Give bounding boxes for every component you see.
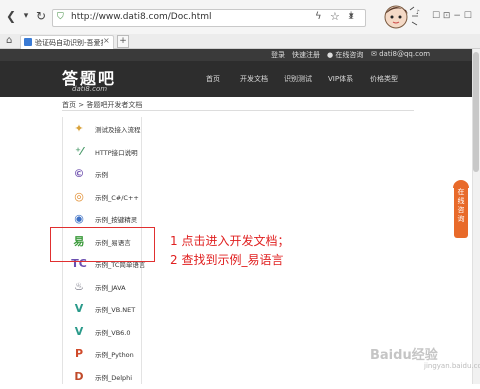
chat-icon: ● [327,51,334,59]
annotation-line-1: 1 点击进入开发文档； [170,234,290,248]
nav-vip[interactable]: VIP体系 [328,74,353,84]
tab-label: 验证码自动识别-吾爱打卡... [35,39,103,47]
sidebar-item[interactable]: ⁺⁄ HTTP接口说明 [63,140,141,164]
sidebar-item-icon: ◎ [74,189,84,203]
sidebar-item-icon: P [74,347,84,360]
sidebar-item-label: 示例_VB6.0 [95,328,131,337]
shield-icon: ⛉ [57,12,64,22]
tab-bar: ⌂ 验证码自动识别-吾爱打卡... × + [0,34,480,49]
highlight-box [50,227,155,262]
browser-tab[interactable]: 验证码自动识别-吾爱打卡... × [20,35,114,49]
sidebar-item-label: 示例_VB.NET [95,306,136,314]
sidebar-item[interactable]: D 示例_Delphi [63,365,141,389]
sidebar-item-icon: ⁺⁄ [75,144,83,158]
download-icon[interactable]: ⤓ [344,9,358,23]
main-nav: 答题吧 dati8.com 首页 开发文档 识别测试 VIP体系 价格类型 [0,61,480,97]
sidebar-item[interactable]: ◎ 示例_C#/C++ [63,185,141,209]
sidebar-item[interactable]: ♨ 示例_JAVA [63,275,141,299]
annotation-line-2: 2 查找到示例_易语言 [170,253,284,267]
divider [62,110,414,111]
url-text[interactable]: http://www.dati8.com/Doc.html [71,12,212,22]
reload-icon[interactable]: ↻ [34,9,48,23]
close-icon[interactable]: × [103,36,110,45]
email-link[interactable]: ✉ dati8@qq.com [371,50,430,58]
new-tab-button[interactable]: + [117,35,129,48]
back-icon[interactable]: ❮ [4,9,18,23]
sidebar-item-label: 示例_Delphi [95,373,133,382]
site-logo-sub: dati8.com [72,85,108,93]
sidebar-item-icon: V [74,324,84,338]
online-consult-float-button[interactable]: 在线咨询 [454,182,468,238]
lightning-icon[interactable]: ϟ [315,11,322,22]
sidebar-item-icon: ✦ [74,122,84,135]
baidu-watermark-sub: jingyan.baidu.com [424,362,480,370]
online-consult-label: 在线咨询 [335,51,364,59]
nav-price[interactable]: 价格类型 [370,74,398,84]
sidebar-item-label: 示例 [95,171,108,179]
sidebar-item-icon: D [74,369,84,383]
star-icon[interactable]: ☆ [330,10,340,23]
float-button-label: 在线咨询 [457,188,465,223]
window-controls[interactable]: ☐ ⊡ − ☐ [432,11,472,21]
nav-test[interactable]: 识别测试 [284,74,312,84]
tab-favicon-icon [24,38,32,46]
svg-text:♪: ♪ [416,9,420,16]
sidebar-item-icon: © [73,167,85,180]
nav-home[interactable]: 首页 [206,74,220,84]
sidebar-item-icon: ♨ [74,279,84,293]
sidebar-item[interactable]: V 示例_VB.NET [63,297,141,321]
nav-docs[interactable]: 开发文档 [240,74,268,84]
scrollbar-thumb[interactable] [473,52,479,172]
browser-toolbar: ❮ ▾ ↻ ⛉ http://www.dati8.com/Doc.html ϟ … [0,0,480,35]
sidebar-item-label: 示例_按键精灵 [95,216,138,224]
mail-icon: ✉ [371,50,377,58]
sidebar-item[interactable]: ✦ 测试及接入流程 [63,117,141,141]
sidebar-item-label: HTTP接口说明 [95,148,138,157]
sidebar-item[interactable]: P 示例_Python [63,342,141,366]
sidebar-item[interactable]: © 示例 [63,162,141,186]
register-link[interactable]: 快速注册 [292,50,320,60]
sidebar-item-label: 示例_Python [95,351,134,359]
site-top-bar: 登录 快速注册 ● 在线咨询 ✉ dati8@qq.com [0,49,480,61]
address-bar[interactable]: ⛉ http://www.dati8.com/Doc.html ϟ ☆ ▾ [52,9,366,27]
baidu-watermark: Baidu经验 [370,348,438,363]
breadcrumb[interactable]: 首页 > 答题吧开发者文档 [62,100,142,110]
sidebar-item-label: 示例_JAVA [95,283,126,292]
sidebar-item-label: 示例_C#/C++ [95,193,139,202]
cartoon-sticker-image: ♪ [384,5,420,29]
sidebar-item-icon: ◉ [74,212,84,225]
email-label: dati8@qq.com [379,50,431,58]
dropdown-icon[interactable]: ▾ [19,9,33,23]
sidebar-item[interactable]: V 示例_VB6.0 [63,320,141,344]
home-icon[interactable]: ⌂ [6,35,12,46]
login-link[interactable]: 登录 [271,50,285,60]
sidebar-item-label: 测试及接入流程 [95,126,141,134]
sidebar-item-icon: V [74,302,84,315]
online-consult-link[interactable]: ● 在线咨询 [327,50,363,60]
